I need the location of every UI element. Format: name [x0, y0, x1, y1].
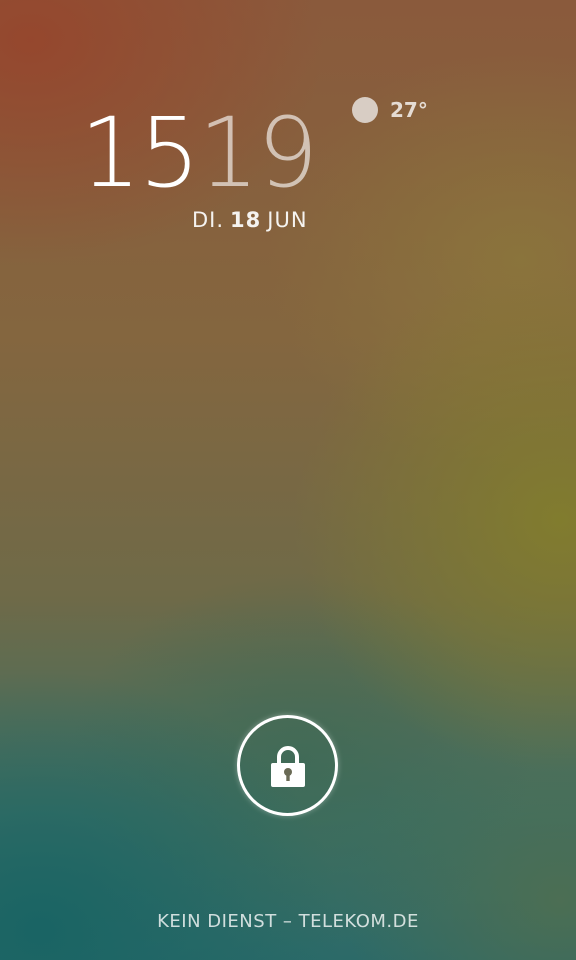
- date: DI. 18 JUN: [192, 208, 308, 232]
- weather-widget[interactable]: 27°: [352, 96, 428, 124]
- lock-icon: [270, 744, 306, 788]
- weather-temperature: 27°: [390, 98, 428, 122]
- unlock-button[interactable]: [237, 715, 338, 816]
- date-weekday: DI.: [192, 208, 225, 232]
- date-day: 18: [230, 208, 262, 232]
- date-month: JUN: [267, 208, 308, 232]
- carrier-status-text: KEIN DIENST – TELEKOM.DE: [157, 911, 419, 932]
- weather-sun-icon: [352, 97, 378, 123]
- clock: 1519: [80, 97, 318, 209]
- clock-hours: 15: [80, 97, 200, 209]
- clock-minutes: 19: [198, 97, 318, 209]
